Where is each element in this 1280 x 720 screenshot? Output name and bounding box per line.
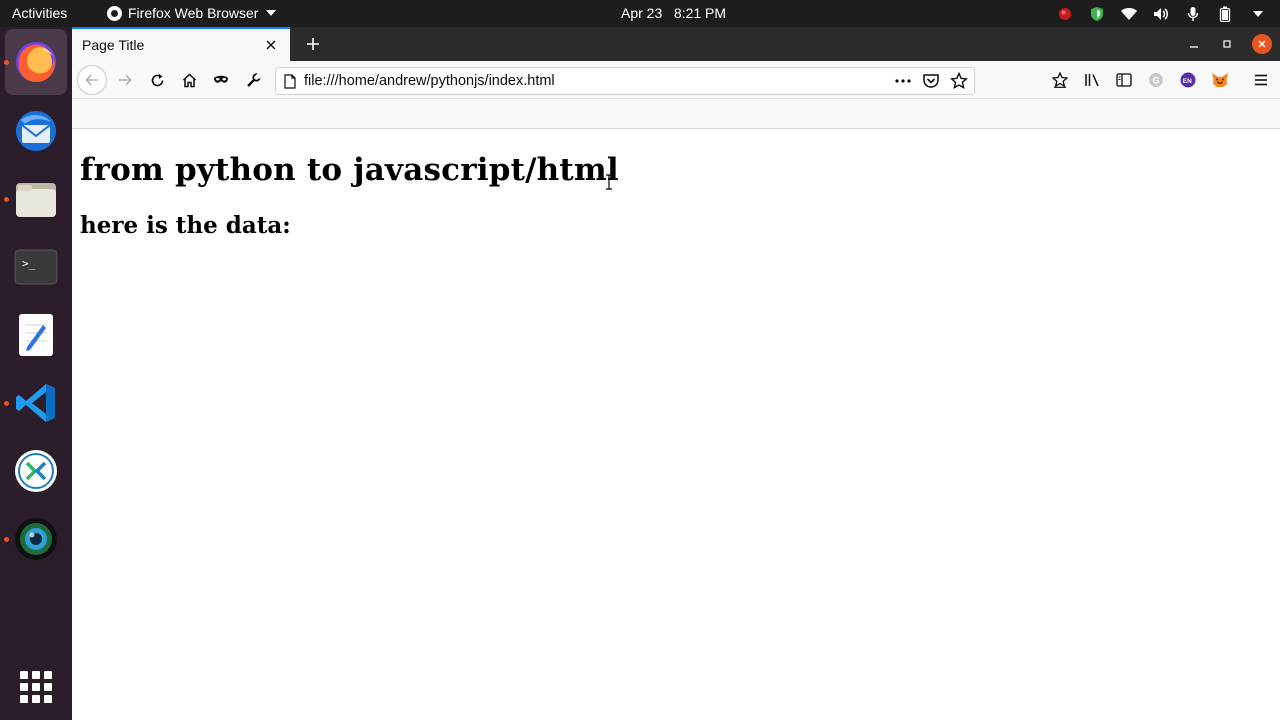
webcam-icon [15,518,57,560]
minimize-icon[interactable] [1182,33,1206,55]
remote-desktop-icon [15,450,57,492]
firefox-icon [16,42,56,83]
caret-down-icon [266,10,277,16]
language-extension-button[interactable]: EN [1174,67,1202,93]
bookmarks-menu-button[interactable] [1046,67,1074,93]
wrench-icon [246,72,261,87]
page-content: from python to javascript/html here is t… [72,130,1280,720]
forward-button[interactable] [111,67,139,93]
extension-en-icon: EN [1180,72,1196,88]
hamburger-menu-icon [1255,74,1267,86]
grammar-extension-button[interactable]: G [1142,67,1170,93]
firefox-window: Page Title file:///home/andrew/pythonjs/… [72,27,1280,720]
url-bar[interactable]: file:///home/andrew/pythonjs/index.html [275,67,975,95]
dock-vscode[interactable] [12,379,60,427]
pocket-icon[interactable] [922,72,940,94]
running-indicator [4,60,9,65]
url-text[interactable]: file:///home/andrew/pythonjs/index.html [304,73,555,89]
reload-button[interactable] [143,67,171,93]
fox-extension-icon [1212,73,1228,87]
home-button[interactable] [175,67,203,93]
page-actions-icon[interactable] [894,72,912,94]
volume-icon[interactable] [1152,5,1170,23]
back-arrow-icon [85,74,98,86]
star-list-icon [1052,72,1068,88]
close-tab-icon[interactable] [262,36,280,54]
text-cursor-icon [606,174,612,190]
reload-icon [151,73,163,86]
system-tray[interactable] [1056,4,1266,23]
bookmarks-toolbar [72,99,1280,129]
private-browsing-button[interactable] [207,67,235,93]
developer-tools-button[interactable] [239,67,267,93]
dock-terminal[interactable]: >_ [12,243,60,291]
svg-text:>_: >_ [22,257,36,270]
text-editor-icon [19,314,53,356]
new-tab-icon[interactable] [302,33,324,55]
forward-arrow-icon [119,74,132,86]
metamask-extension-button[interactable] [1206,67,1234,93]
battery-icon[interactable] [1216,5,1234,23]
bookmark-star-icon[interactable] [949,71,969,94]
shield-icon[interactable] [1088,5,1106,23]
app-menu-label: Firefox Web Browser [128,5,259,21]
wifi-icon[interactable] [1120,5,1138,23]
running-indicator [4,401,9,406]
dock-text-editor[interactable] [12,311,60,359]
page-heading: from python to javascript/html [80,152,619,188]
recording-indicator-icon[interactable] [1056,5,1074,23]
tab-page-title[interactable]: Page Title [72,27,290,61]
page-subheading: here is the data: [80,212,291,239]
sidebar-button[interactable] [1110,67,1138,93]
home-icon [182,72,196,87]
open-menu-button[interactable] [1247,67,1275,93]
navigation-toolbar: file:///home/andrew/pythonjs/index.html [72,61,1280,99]
dock-firefox[interactable] [5,29,67,95]
back-button[interactable] [77,65,107,95]
tab-title: Page Title [82,37,145,53]
firefox-mini-icon [107,5,122,21]
svg-text:EN: EN [1183,78,1192,85]
mask-icon [214,75,228,83]
dock-files[interactable] [12,175,60,223]
app-menu[interactable]: Firefox Web Browser [107,5,277,21]
system-menu-caret-icon[interactable] [1248,5,1266,23]
library-button[interactable] [1078,67,1106,93]
svg-text:G: G [1153,76,1160,86]
microphone-icon[interactable] [1184,5,1202,23]
close-window-icon[interactable] [1252,34,1272,54]
apps-grid-icon[interactable] [20,671,52,703]
dock-webcam[interactable] [12,515,60,563]
vscode-icon [16,384,55,422]
activities-button[interactable]: Activities [12,5,67,21]
url-bar-actions [894,71,969,94]
dock-thunderbird[interactable] [12,107,60,155]
page-icon [284,74,296,89]
sidebar-icon [1116,73,1132,87]
running-indicator [4,537,9,542]
maximize-icon[interactable] [1215,33,1239,55]
running-indicator [4,197,9,202]
thunderbird-icon [16,111,56,151]
tab-strip: Page Title [72,27,1280,61]
extension-g-icon: G [1149,73,1163,87]
terminal-icon: >_ [14,249,58,285]
library-icon [1085,74,1099,87]
dock: >_ [0,27,72,720]
files-icon [16,183,56,217]
clock[interactable]: Apr 23 8:21 PM [621,5,726,21]
dock-remote-desktop[interactable] [12,447,60,495]
system-top-bar: Activities Firefox Web Browser Apr 23 8:… [0,0,1280,27]
